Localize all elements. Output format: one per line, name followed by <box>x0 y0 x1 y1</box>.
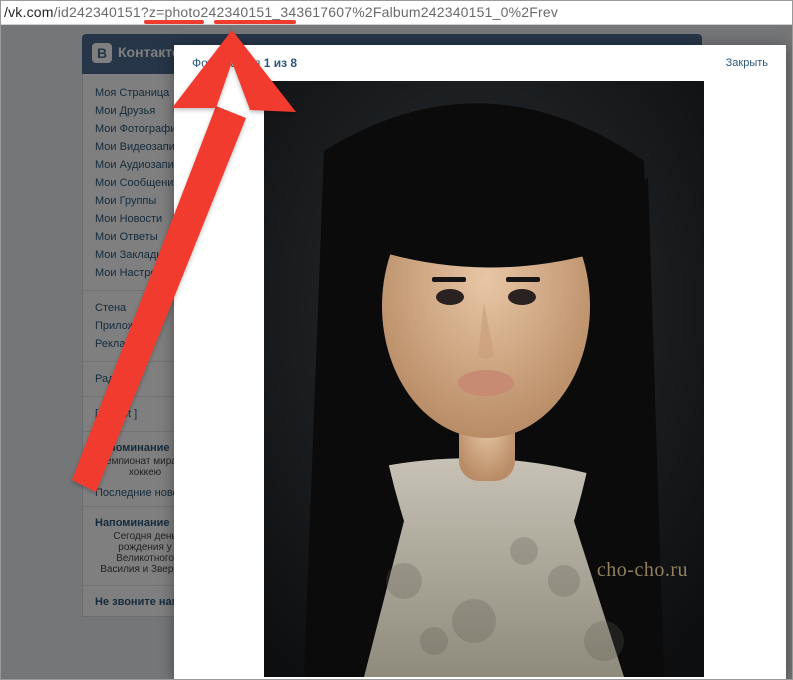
photo-svg <box>264 81 704 677</box>
photo-viewer-header: Фотография 1 из 8 Закрыть <box>174 45 786 81</box>
photo-counter-prefix: Фотография <box>192 56 264 70</box>
photo-counter: Фотография 1 из 8 <box>192 45 297 81</box>
photo-viewer: Фотография 1 из 8 Закрыть <box>174 45 786 680</box>
close-button[interactable]: Закрыть <box>726 45 768 81</box>
photo-counter-value: 1 из 8 <box>264 56 297 70</box>
url-path: /id242340151?z=photo242340151_343617607%… <box>54 4 558 20</box>
photo[interactable] <box>264 81 704 677</box>
url-highlight-1 <box>144 20 204 24</box>
address-bar[interactable]: /vk.com/id242340151?z=photo242340151_343… <box>0 0 793 25</box>
url-prefix: /vk.com <box>4 4 54 20</box>
url-highlight-2 <box>214 20 296 24</box>
